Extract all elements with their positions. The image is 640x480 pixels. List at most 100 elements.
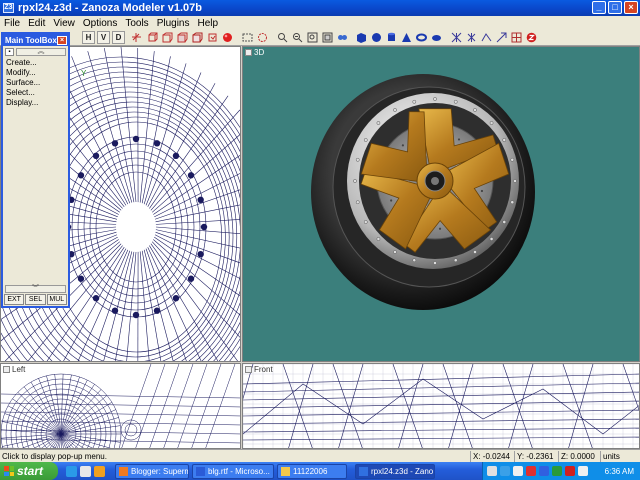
cube-wire-icon[interactable] bbox=[161, 31, 174, 44]
tray-messenger-icon[interactable] bbox=[500, 466, 510, 476]
viewport-left[interactable]: Left bbox=[0, 363, 241, 449]
view-d-button[interactable]: D bbox=[112, 31, 125, 44]
toolbox-tab-ext[interactable]: EXT bbox=[4, 294, 25, 305]
zoom-all-icon[interactable] bbox=[321, 31, 334, 44]
task-button-zanoza[interactable]: rpxl24.z3d - Zano... bbox=[355, 463, 435, 479]
system-tray: 6:36 AM bbox=[482, 462, 640, 480]
viewport-left-title: Left bbox=[12, 365, 26, 374]
blogger-icon bbox=[119, 466, 128, 476]
toolbox-tab-sel[interactable]: SEL bbox=[25, 294, 46, 305]
toolbox-item-display[interactable]: Display... bbox=[3, 98, 68, 108]
wheel-model bbox=[311, 74, 535, 310]
axis-icon[interactable] bbox=[130, 31, 143, 44]
status-units: units bbox=[600, 450, 640, 462]
main-toolbox-panel[interactable]: Main ToolBox × ▪ ︽ Create... Modify... S… bbox=[1, 32, 70, 308]
menu-plugins[interactable]: Plugins bbox=[153, 18, 194, 29]
tray-volume-icon[interactable] bbox=[513, 466, 523, 476]
menu-edit[interactable]: Edit bbox=[24, 18, 49, 29]
cube-icon[interactable] bbox=[146, 31, 159, 44]
viewport-menu-icon[interactable] bbox=[3, 366, 10, 373]
zoom-region-icon[interactable] bbox=[291, 31, 304, 44]
status-x-coord: X: -0.0244 bbox=[470, 450, 514, 462]
primitive-cone-icon[interactable] bbox=[400, 31, 413, 44]
primitive-sphere-icon[interactable] bbox=[370, 31, 383, 44]
viewport-3d-label[interactable]: 3D bbox=[245, 48, 264, 57]
tray-antivirus-icon[interactable] bbox=[526, 466, 536, 476]
tray-bluetooth-icon[interactable] bbox=[539, 466, 549, 476]
viewport-front-title: Front bbox=[254, 365, 273, 374]
viewport-3d[interactable]: 3D bbox=[242, 46, 640, 362]
pan-icon[interactable] bbox=[336, 31, 349, 44]
tray-network-icon[interactable] bbox=[487, 466, 497, 476]
task-button-folder[interactable]: 11122006 bbox=[277, 463, 347, 479]
toolbox-scroll-up-button[interactable]: ︽ bbox=[16, 48, 66, 56]
primitive-torus-icon[interactable] bbox=[415, 31, 428, 44]
ie-icon[interactable] bbox=[66, 465, 77, 477]
primitive-box-icon[interactable] bbox=[355, 31, 368, 44]
zoom-extents-icon[interactable] bbox=[306, 31, 319, 44]
windows-taskbar: start Blogger: Supermo... blg.rtf - Micr… bbox=[0, 462, 640, 480]
viewport-3d-title: 3D bbox=[254, 48, 265, 57]
viewport-menu-icon[interactable] bbox=[245, 49, 252, 56]
wireframe-wheel-front-view bbox=[243, 364, 639, 448]
clock: 6:36 AM bbox=[604, 466, 634, 476]
tray-shield-icon[interactable] bbox=[552, 466, 562, 476]
render-sphere-icon[interactable] bbox=[221, 31, 234, 44]
menu-file[interactable]: File bbox=[0, 18, 24, 29]
bone-tool-icon[interactable] bbox=[450, 31, 463, 44]
toolbox-item-surface[interactable]: Surface... bbox=[3, 78, 68, 88]
toolbox-item-create[interactable]: Create... bbox=[3, 58, 68, 68]
scale-tool-icon[interactable] bbox=[495, 31, 508, 44]
media-player-icon[interactable] bbox=[94, 465, 105, 477]
minimize-button[interactable]: _ bbox=[592, 1, 606, 14]
viewport-front[interactable]: Front bbox=[242, 363, 640, 449]
toolbox-item-select[interactable]: Select... bbox=[3, 88, 68, 98]
zanoza-logo-icon[interactable] bbox=[525, 31, 538, 44]
menu-view[interactable]: View bbox=[49, 18, 79, 29]
cube-solid-icon[interactable] bbox=[176, 31, 189, 44]
start-button[interactable]: start bbox=[0, 462, 58, 480]
wireframe-wheel-left-view bbox=[1, 364, 240, 448]
select-lasso-icon[interactable] bbox=[256, 31, 269, 44]
toolbox-tab-mul[interactable]: MUL bbox=[46, 294, 67, 305]
primitive-cylinder-icon[interactable] bbox=[385, 31, 398, 44]
cube-texture-icon[interactable] bbox=[191, 31, 204, 44]
viewport-menu-icon[interactable] bbox=[245, 366, 252, 373]
rotate-tool-icon[interactable] bbox=[480, 31, 493, 44]
menu-help[interactable]: Help bbox=[194, 18, 223, 29]
view-h-button[interactable]: H bbox=[82, 31, 95, 44]
cube-rotate-icon[interactable] bbox=[206, 31, 219, 44]
toolbox-scroll-down-button[interactable]: ︾ bbox=[5, 285, 66, 293]
view-v-button[interactable]: V bbox=[97, 31, 110, 44]
menu-tools[interactable]: Tools bbox=[121, 18, 152, 29]
wheel-render bbox=[311, 74, 535, 310]
task-button-word[interactable]: blg.rtf - Microso... bbox=[192, 463, 274, 479]
primitive-disc-icon[interactable] bbox=[430, 31, 443, 44]
folder-icon bbox=[281, 466, 290, 476]
move-tool-icon[interactable] bbox=[465, 31, 478, 44]
status-bar: Click to display pop-up menu. X: -0.0244… bbox=[0, 449, 640, 462]
close-button[interactable]: × bbox=[624, 1, 638, 14]
menu-bar: File Edit View Options Tools Plugins Hel… bbox=[0, 16, 640, 30]
viewport-left-label[interactable]: Left bbox=[3, 365, 25, 374]
toolbox-title-bar[interactable]: Main ToolBox × bbox=[3, 34, 68, 46]
tray-alert-icon[interactable] bbox=[565, 466, 575, 476]
tray-safely-remove-icon[interactable] bbox=[578, 466, 588, 476]
menu-options[interactable]: Options bbox=[79, 18, 121, 29]
toolbox-close-button[interactable]: × bbox=[57, 35, 67, 45]
grid-icon[interactable] bbox=[510, 31, 523, 44]
viewport-front-label[interactable]: Front bbox=[245, 365, 273, 374]
windows-flag-icon bbox=[4, 466, 14, 476]
task-label: rpxl24.z3d - Zano... bbox=[371, 466, 435, 476]
status-hint: Click to display pop-up menu. bbox=[2, 451, 107, 461]
toolbox-menu-icon[interactable]: ▪ bbox=[5, 48, 14, 56]
desktop-icon[interactable] bbox=[80, 465, 91, 477]
main-toolbar: H V D bbox=[0, 30, 640, 46]
status-y-coord: Y: -0.2361 bbox=[514, 450, 558, 462]
select-rect-icon[interactable] bbox=[241, 31, 254, 44]
word-icon bbox=[196, 466, 205, 476]
toolbox-item-modify[interactable]: Modify... bbox=[3, 68, 68, 78]
maximize-button[interactable]: □ bbox=[608, 1, 622, 14]
zoom-icon[interactable] bbox=[276, 31, 289, 44]
task-button-blogger[interactable]: Blogger: Supermo... bbox=[115, 463, 189, 479]
